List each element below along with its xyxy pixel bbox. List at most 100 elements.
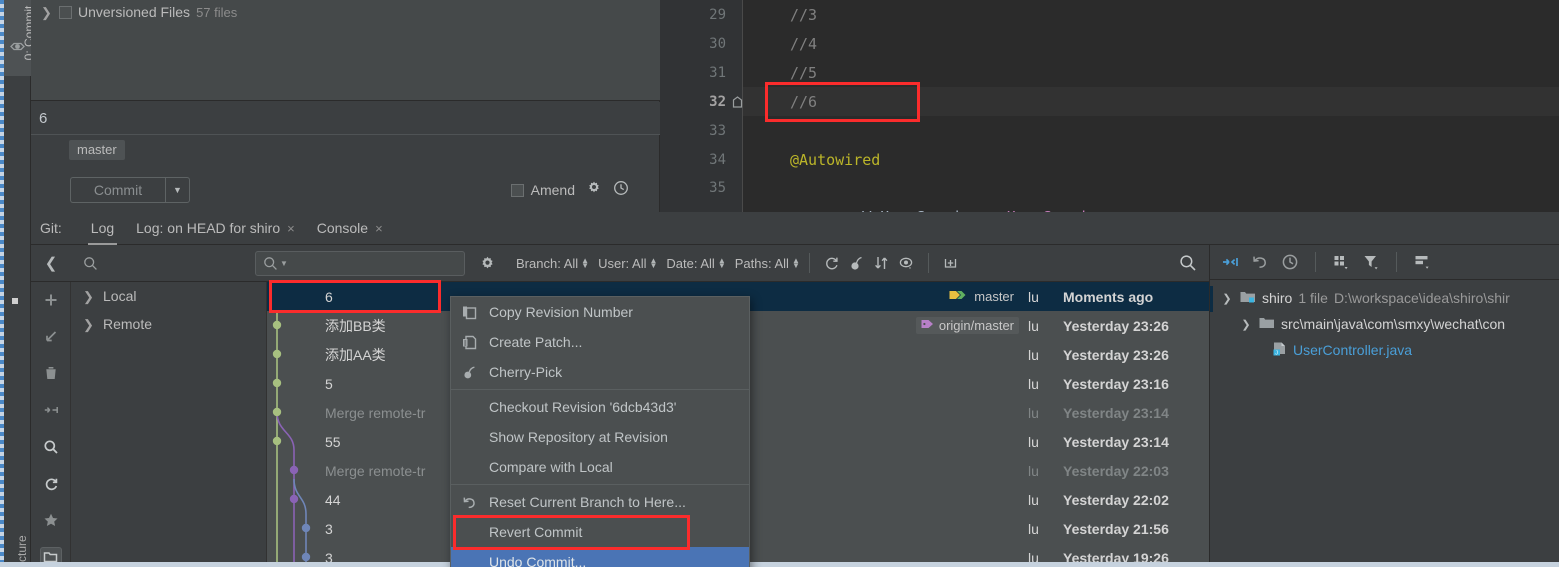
- menu-item-cherry-pick[interactable]: Cherry-Pick: [451, 357, 749, 387]
- collapse-selection-icon[interactable]: [1216, 253, 1244, 271]
- filter-icon[interactable]: [1357, 253, 1385, 271]
- commit-button-group[interactable]: Commit ▼: [70, 177, 190, 203]
- ref-label-local[interactable]: master: [944, 288, 1019, 305]
- add-icon[interactable]: [40, 290, 62, 310]
- menu-item-checkout-revision-6dcb43d3[interactable]: Checkout Revision '6dcb43d3': [451, 392, 749, 422]
- commit-subject: 添加AA类: [325, 346, 386, 363]
- menu-item-undo-commit[interactable]: Undo Commit...: [451, 547, 749, 567]
- search-chevron-down-icon[interactable]: ▼: [280, 259, 288, 268]
- log-filter-user[interactable]: User: All ▲ ▼: [598, 256, 657, 271]
- gear-icon[interactable]: [586, 180, 602, 201]
- menu-item-label: Revert Commit: [489, 524, 583, 540]
- commit-meta: lu Yesterday 21:56: [1028, 521, 1209, 537]
- commit-author: lu: [1028, 375, 1039, 392]
- tab-label: Log: [90, 220, 115, 236]
- tree-node-folder[interactable]: ❯ src\main\java\com\smxy\wechat\con: [1210, 311, 1559, 337]
- chevron-down-icon[interactable]: ❯: [1220, 292, 1234, 305]
- updown-chevron-icon[interactable]: ▲ ▼: [718, 257, 726, 270]
- branch-chip: master: [69, 140, 125, 160]
- close-icon[interactable]: ×: [375, 221, 383, 236]
- module-folder-icon: [1240, 290, 1256, 307]
- favorite-icon[interactable]: [40, 511, 62, 531]
- log-settings-gear-icon[interactable]: [479, 255, 496, 272]
- history-icon[interactable]: [1276, 253, 1304, 271]
- unversioned-files-label: Unversioned Files: [78, 4, 191, 20]
- refresh-icon[interactable]: [40, 474, 62, 494]
- close-icon[interactable]: ×: [287, 221, 295, 236]
- preview-icon[interactable]: [1408, 253, 1436, 271]
- cherry-pick-icon[interactable]: [844, 255, 869, 272]
- log-search-input[interactable]: ▼: [255, 250, 465, 276]
- fold-marker-icon[interactable]: [731, 94, 744, 108]
- checkout-icon[interactable]: [40, 327, 62, 347]
- updown-chevron-icon[interactable]: ▲ ▼: [581, 257, 589, 270]
- amend-group: Amend: [510, 168, 629, 212]
- menu-item-copy-revision-number[interactable]: Copy Revision Number: [451, 297, 749, 327]
- amend-checkbox[interactable]: [510, 183, 524, 197]
- chevron-left-icon[interactable]: ❮: [31, 254, 71, 272]
- splitter-handle[interactable]: [12, 298, 18, 304]
- branch-tag-icon: [949, 289, 969, 304]
- chevron-right-icon[interactable]: ❯: [41, 6, 53, 19]
- show-roots-icon[interactable]: [894, 255, 919, 272]
- git-tab-console[interactable]: Console ×: [306, 212, 394, 245]
- changed-files-tree[interactable]: ❯ shiro 1 file D:\workspace\idea\shiro\s…: [1210, 280, 1559, 363]
- commit-context-menu[interactable]: Copy Revision Number Create Patch... Cherr…: [450, 296, 750, 567]
- ref-label-remote[interactable]: origin/master: [915, 317, 1019, 334]
- search-icon[interactable]: [40, 437, 62, 457]
- refresh-icon[interactable]: [819, 255, 844, 272]
- menu-item-revert-commit[interactable]: Revert Commit: [451, 517, 749, 547]
- collapse-all-icon[interactable]: [40, 400, 62, 420]
- chevron-right-icon[interactable]: ❯: [83, 290, 95, 303]
- chevron-right-icon[interactable]: ❯: [83, 318, 95, 331]
- tree-node-root[interactable]: ❯ shiro 1 file D:\workspace\idea\shiro\s…: [1210, 285, 1559, 311]
- branch-group-remote[interactable]: ❯ Remote: [71, 310, 266, 338]
- menu-item-show-repository-at-revision[interactable]: Show Repository at Revision: [451, 422, 749, 452]
- revert-icon[interactable]: [1246, 253, 1274, 271]
- chevron-down-icon[interactable]: ❯: [1239, 318, 1253, 331]
- tool-window-button-structure[interactable]: Structure: [15, 524, 29, 567]
- commit-message-input[interactable]: 6: [31, 102, 660, 135]
- find-in-log-search-icon[interactable]: [1179, 254, 1197, 272]
- git-tab-log-on-head-for-shiro[interactable]: Log: on HEAD for shiro ×: [125, 212, 306, 245]
- commit-button[interactable]: Commit: [70, 177, 165, 203]
- git-tab-log[interactable]: Log: [80, 212, 125, 245]
- group-by-icon[interactable]: [1327, 253, 1355, 271]
- branch-group-local[interactable]: ❯ Local: [71, 282, 266, 310]
- editor-line-33: 33: [660, 117, 1559, 146]
- pin-icon[interactable]: [9, 38, 26, 55]
- commit-subject: Merge remote-tr: [325, 462, 426, 479]
- commit-dropdown-chevron-down-icon[interactable]: ▼: [165, 177, 190, 203]
- patch-icon: [460, 335, 478, 350]
- log-filter-date[interactable]: Date: All ▲ ▼: [666, 256, 725, 271]
- log-filter-branch[interactable]: Branch: All ▲ ▼: [516, 256, 589, 271]
- menu-item-reset-current-branch-to-here[interactable]: Reset Current Branch to Here...: [451, 487, 749, 517]
- log-filter-paths[interactable]: Paths: All ▲ ▼: [735, 256, 800, 271]
- commit-subject: 3: [325, 520, 333, 537]
- tree-node-file[interactable]: J UserController.java: [1210, 337, 1559, 363]
- line-number: 34: [709, 152, 726, 168]
- menu-item-create-patch[interactable]: Create Patch...: [451, 327, 749, 357]
- updown-chevron-icon[interactable]: ▲ ▼: [649, 257, 657, 270]
- tree-node-unversioned-files[interactable]: ❯ Unversioned Files 57 files: [31, 0, 660, 24]
- toolbar-separator-2: [927, 253, 929, 273]
- checkbox-unchecked-icon[interactable]: [59, 5, 72, 19]
- code-editor[interactable]: 29 //3 30 //4 31 //5 32 //6 33 34 @Autowired 35 Wc…: [660, 0, 1559, 226]
- menu-separator: [451, 389, 749, 390]
- commit-meta: lu Yesterday 23:26: [1028, 347, 1209, 363]
- clock-icon[interactable]: [613, 180, 629, 201]
- menu-item-label: Cherry-Pick: [489, 364, 563, 380]
- menu-item-compare-with-local[interactable]: Compare with Local: [451, 452, 749, 482]
- intellisort-icon[interactable]: [869, 255, 894, 272]
- commit-meta: master lu Moments ago: [944, 288, 1209, 305]
- commit-subject: 55: [325, 433, 341, 450]
- commit-author: lu: [1028, 433, 1039, 450]
- selection-indicator: [1210, 286, 1213, 312]
- updown-chevron-icon[interactable]: ▲ ▼: [792, 257, 800, 270]
- bottom-scrollbar-track[interactable]: [0, 562, 1559, 567]
- expand-node-icon[interactable]: [938, 255, 963, 272]
- menu-item-label: Checkout Revision '6dcb43d3': [489, 399, 677, 415]
- commit-subject: 6: [325, 288, 333, 305]
- branch-filter-search[interactable]: [71, 256, 255, 271]
- delete-icon[interactable]: [40, 364, 62, 384]
